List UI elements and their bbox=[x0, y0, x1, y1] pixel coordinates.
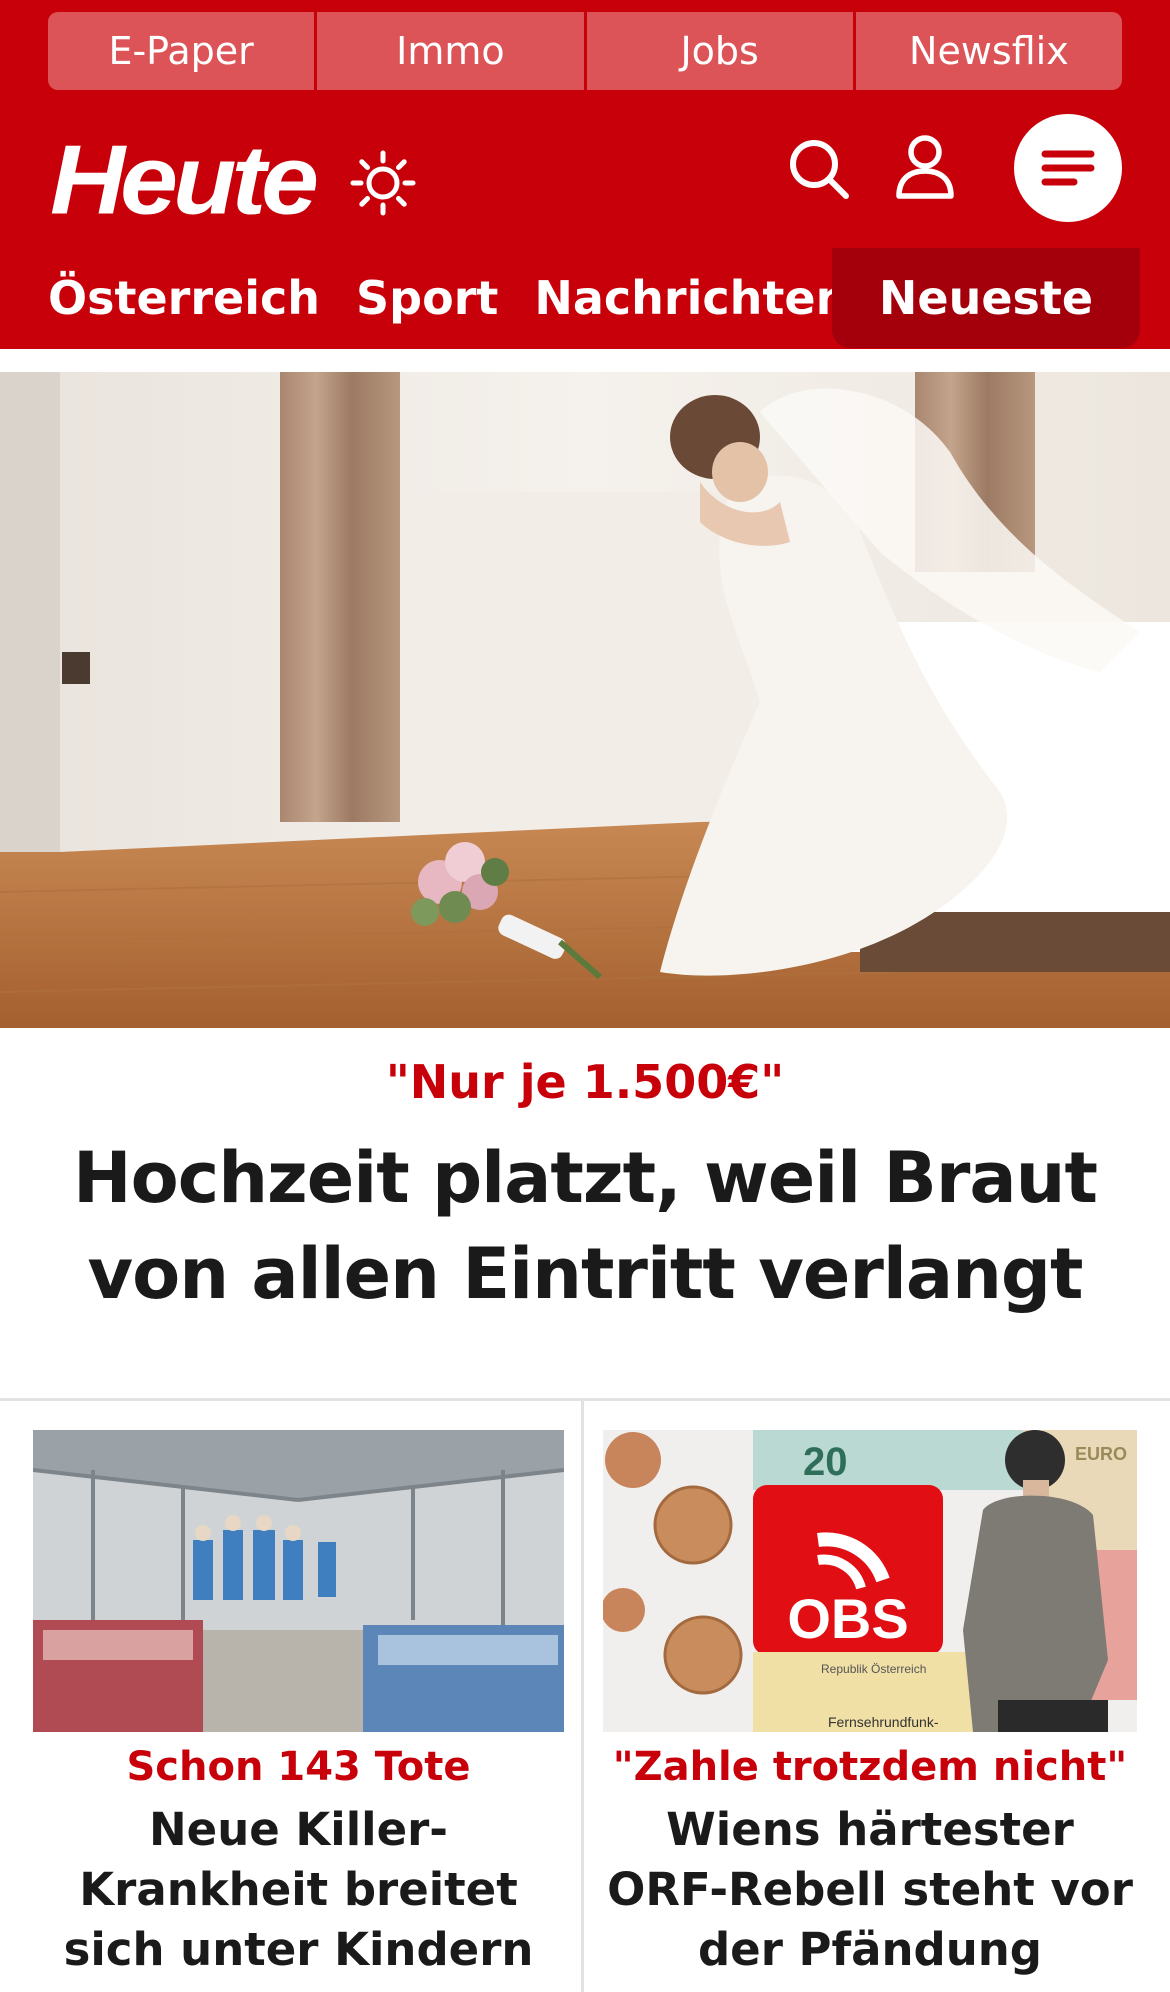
main-navigation: Österreich Sport Nachrichten bbox=[48, 248, 884, 348]
card-kicker: "Zahle trotzdem nicht" bbox=[612, 1744, 1128, 1790]
card-image-orf-fee[interactable]: 20 EURO OBS Republik Österreich Fernsehr… bbox=[603, 1430, 1137, 1732]
euro-text: EURO bbox=[1075, 1444, 1127, 1464]
heute-logo[interactable]: Heute bbox=[50, 131, 319, 230]
sun-icon[interactable] bbox=[350, 150, 416, 216]
nav-sport[interactable]: Sport bbox=[356, 271, 498, 325]
obs-logo-text: OBS bbox=[787, 1587, 908, 1650]
nav-neueste-tab[interactable]: Neueste bbox=[832, 248, 1140, 348]
user-icon[interactable] bbox=[894, 134, 956, 200]
hero-headline[interactable]: Hochzeit platzt, weil Braut von allen Ei… bbox=[40, 1130, 1130, 1322]
topnav-jobs[interactable]: Jobs bbox=[586, 12, 856, 90]
document-form-text: Fernsehrundfunk- bbox=[828, 1714, 939, 1730]
card-kicker: Schon 143 Tote bbox=[126, 1744, 471, 1790]
banknote-value: 20 bbox=[803, 1440, 848, 1484]
menu-button[interactable] bbox=[1014, 114, 1122, 222]
site-header: E-Paper Immo Jobs Newsflix Heute Österre… bbox=[0, 0, 1170, 349]
card-headline[interactable]: Neue Killer-Krankheit breitet sich unter… bbox=[33, 1800, 564, 1992]
document-header: Republik Österreich bbox=[821, 1662, 926, 1676]
column-divider bbox=[581, 1400, 584, 1992]
search-icon[interactable] bbox=[786, 136, 852, 202]
topnav-newsflix[interactable]: Newsflix bbox=[855, 12, 1122, 90]
menu-icon bbox=[1041, 150, 1095, 186]
card-image-hospital-tent[interactable] bbox=[33, 1430, 564, 1732]
hero-image-crying-bride[interactable] bbox=[0, 372, 1170, 1028]
nav-oesterreich[interactable]: Österreich bbox=[48, 271, 320, 325]
topnav-immo[interactable]: Immo bbox=[317, 12, 587, 90]
section-divider bbox=[0, 1398, 1170, 1401]
topnav-epaper[interactable]: E-Paper bbox=[48, 12, 318, 90]
card-headline[interactable]: Wiens härtester ORF-Rebell steht vor der… bbox=[603, 1800, 1137, 1980]
hero-kicker: "Nur je 1.500€" bbox=[385, 1055, 785, 1109]
nav-nachrichten[interactable]: Nachrichten bbox=[534, 271, 848, 325]
top-navigation: E-Paper Immo Jobs Newsflix bbox=[48, 12, 1122, 90]
